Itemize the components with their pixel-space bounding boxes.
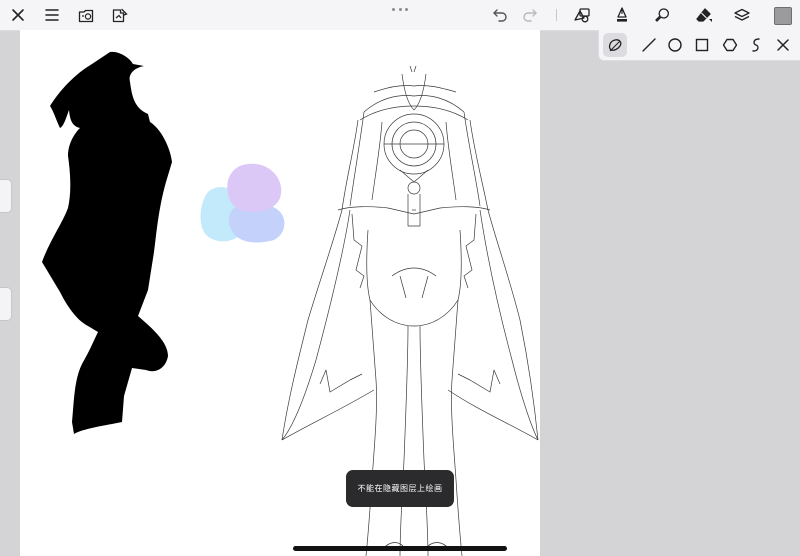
artwork xyxy=(42,51,539,556)
layers-icon[interactable] xyxy=(730,3,754,27)
top-toolbar xyxy=(0,0,800,31)
curve-shape-icon[interactable] xyxy=(744,33,768,57)
black-silhouette xyxy=(42,51,172,435)
drawing-canvas[interactable] xyxy=(20,30,540,556)
toast-text: 不能在隐藏图层上绘画 xyxy=(357,484,443,493)
close-panel-icon[interactable] xyxy=(771,33,795,57)
smudge-tool-icon[interactable] xyxy=(650,3,674,27)
toolbar-separator xyxy=(556,9,557,21)
toolbar-drag-handle[interactable] xyxy=(392,6,408,12)
freeform-shape-icon[interactable] xyxy=(603,33,627,57)
undo-icon[interactable] xyxy=(488,3,512,27)
shape-tool-icon[interactable] xyxy=(570,3,594,27)
polygon-shape-icon[interactable] xyxy=(718,33,742,57)
circle-shape-icon[interactable] xyxy=(663,33,687,57)
shape-tools-panel xyxy=(598,30,800,61)
blob-violet xyxy=(227,163,282,212)
eraser-tool-icon[interactable] xyxy=(692,3,716,27)
brush-size-slider-handle[interactable] xyxy=(0,179,12,213)
toast-message: 不能在隐藏图层上绘画 xyxy=(346,470,454,507)
adjust-icon[interactable] xyxy=(108,3,132,27)
color-swatch[interactable] xyxy=(774,7,792,25)
home-indicator[interactable] xyxy=(293,546,507,551)
rectangle-shape-icon[interactable] xyxy=(690,33,714,57)
menu-icon[interactable] xyxy=(40,3,64,27)
line-shape-icon[interactable] xyxy=(637,33,661,57)
gallery-icon[interactable] xyxy=(74,3,98,27)
opacity-slider-handle[interactable] xyxy=(0,287,12,321)
close-icon[interactable] xyxy=(6,3,30,27)
redo-icon[interactable] xyxy=(518,3,542,27)
color-swatches-blob xyxy=(200,163,285,243)
pen-tool-icon[interactable] xyxy=(610,3,634,27)
